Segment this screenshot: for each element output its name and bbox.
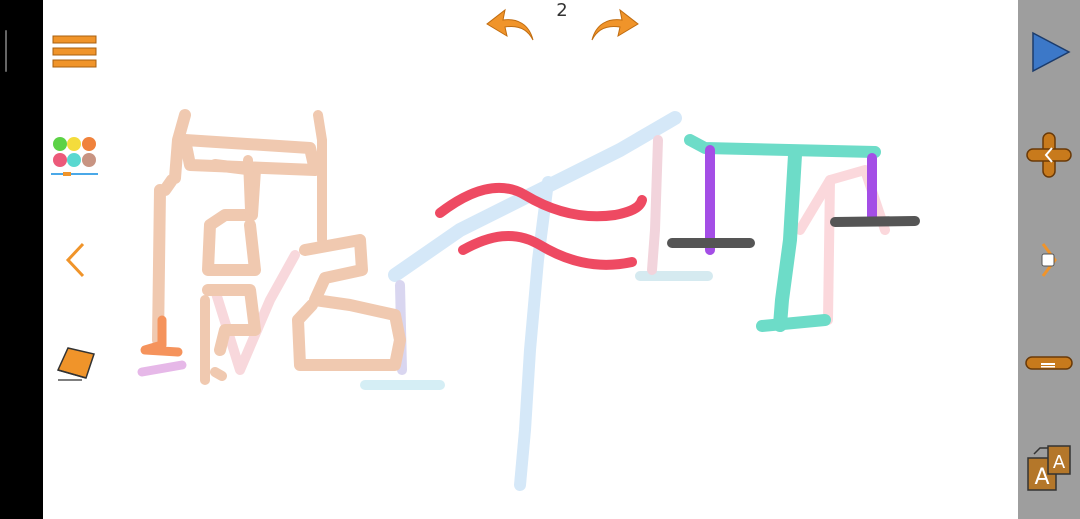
redo-arrow-icon	[591, 8, 639, 41]
eraser-icon	[56, 347, 95, 381]
system-bar	[0, 0, 43, 519]
font-size-icon: A A	[1027, 445, 1071, 491]
color-palette-icon	[51, 137, 98, 176]
undo-arrow-icon	[486, 8, 534, 41]
eraser-button[interactable]	[54, 342, 98, 384]
color-palette-button[interactable]	[51, 136, 99, 180]
minus-icon	[1025, 356, 1073, 370]
drag-handle[interactable]	[5, 30, 7, 72]
play-icon	[1032, 31, 1071, 73]
minus-button[interactable]	[1025, 354, 1073, 372]
right-toolbar: A A	[1018, 0, 1080, 519]
undo-button[interactable]	[485, 4, 537, 42]
drawing-canvas[interactable]: 2	[43, 0, 1018, 519]
play-button[interactable]	[1031, 31, 1071, 73]
nav-next-button[interactable]	[1037, 240, 1061, 280]
font-size-button[interactable]: A A	[1026, 444, 1072, 492]
back-button[interactable]	[63, 240, 87, 280]
svg-text:A: A	[1053, 452, 1066, 473]
left-toolbar	[43, 0, 107, 519]
sketch-drawing	[137, 109, 920, 491]
chevron-right-icon	[1041, 243, 1057, 277]
menu-button[interactable]	[52, 35, 98, 69]
page-number: 2	[556, 0, 568, 21]
redo-button[interactable]	[588, 4, 640, 42]
chevron-left-icon	[65, 242, 85, 278]
menu-icon	[52, 35, 97, 68]
plus-icon	[1026, 132, 1072, 178]
add-button[interactable]	[1026, 132, 1072, 178]
